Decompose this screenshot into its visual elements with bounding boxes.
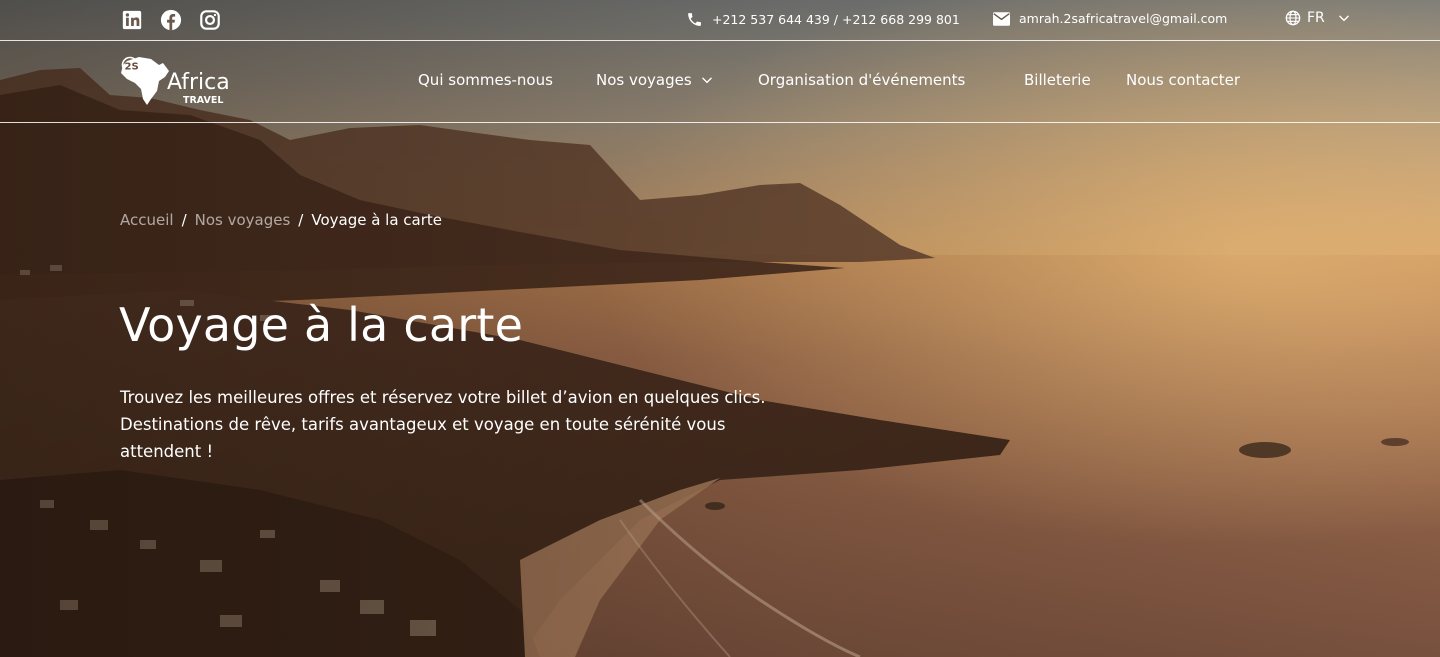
hero-description: Trouvez les meilleures offres et réserve… [120, 388, 766, 461]
top-bar: +212 537 644 439 / +212 668 299 801 amra… [0, 0, 1440, 41]
main-navbar: 2S Africa TRAVEL Qui sommes-nous Nos voy… [0, 41, 1440, 123]
nav-qui-sommes-nous[interactable]: Qui sommes-nous [418, 71, 553, 89]
chevron-down-icon [1338, 15, 1349, 22]
chevron-down-icon [701, 77, 712, 84]
site-logo[interactable]: 2S Africa TRAVEL [119, 55, 244, 109]
contact-email[interactable]: amrah.2safricatravel@gmail.com [993, 11, 1227, 26]
nav-nous-contacter[interactable]: Nous contacter [1126, 71, 1240, 89]
breadcrumb-accueil[interactable]: Accueil [120, 211, 174, 229]
linkedin-icon[interactable] [121, 9, 143, 31]
phone-number: +212 537 644 439 / +212 668 299 801 [712, 12, 960, 27]
breadcrumb: Accueil / Nos voyages / Voyage à la cart… [120, 211, 442, 229]
contact-phone[interactable]: +212 537 644 439 / +212 668 299 801 [686, 11, 960, 28]
language-selector[interactable]: FR [1285, 10, 1351, 26]
nav-nos-voyages-label: Nos voyages [596, 71, 692, 89]
breadcrumb-nos-voyages[interactable]: Nos voyages [195, 211, 291, 229]
logo-subtext: TRAVEL [183, 95, 223, 106]
breadcrumb-separator: / [298, 211, 304, 229]
breadcrumb-separator: / [181, 211, 187, 229]
phone-icon [688, 13, 701, 26]
logo-text: Africa [167, 70, 230, 95]
globe-icon [1285, 10, 1301, 26]
page-title: Voyage à la carte [119, 298, 524, 352]
instagram-icon[interactable] [199, 9, 221, 31]
nav-billeterie[interactable]: Billeterie [1024, 71, 1091, 89]
mail-icon [993, 11, 1010, 26]
facebook-icon[interactable] [160, 9, 182, 31]
social-links [121, 9, 221, 31]
email-address: amrah.2safricatravel@gmail.com [1019, 11, 1228, 26]
nav-organisation-evenements[interactable]: Organisation d'événements [758, 71, 965, 89]
breadcrumb-current: Voyage à la carte [311, 211, 443, 229]
nav-nos-voyages[interactable]: Nos voyages [596, 71, 714, 89]
language-label: FR [1307, 10, 1325, 26]
logo-badge: 2S [125, 62, 139, 73]
